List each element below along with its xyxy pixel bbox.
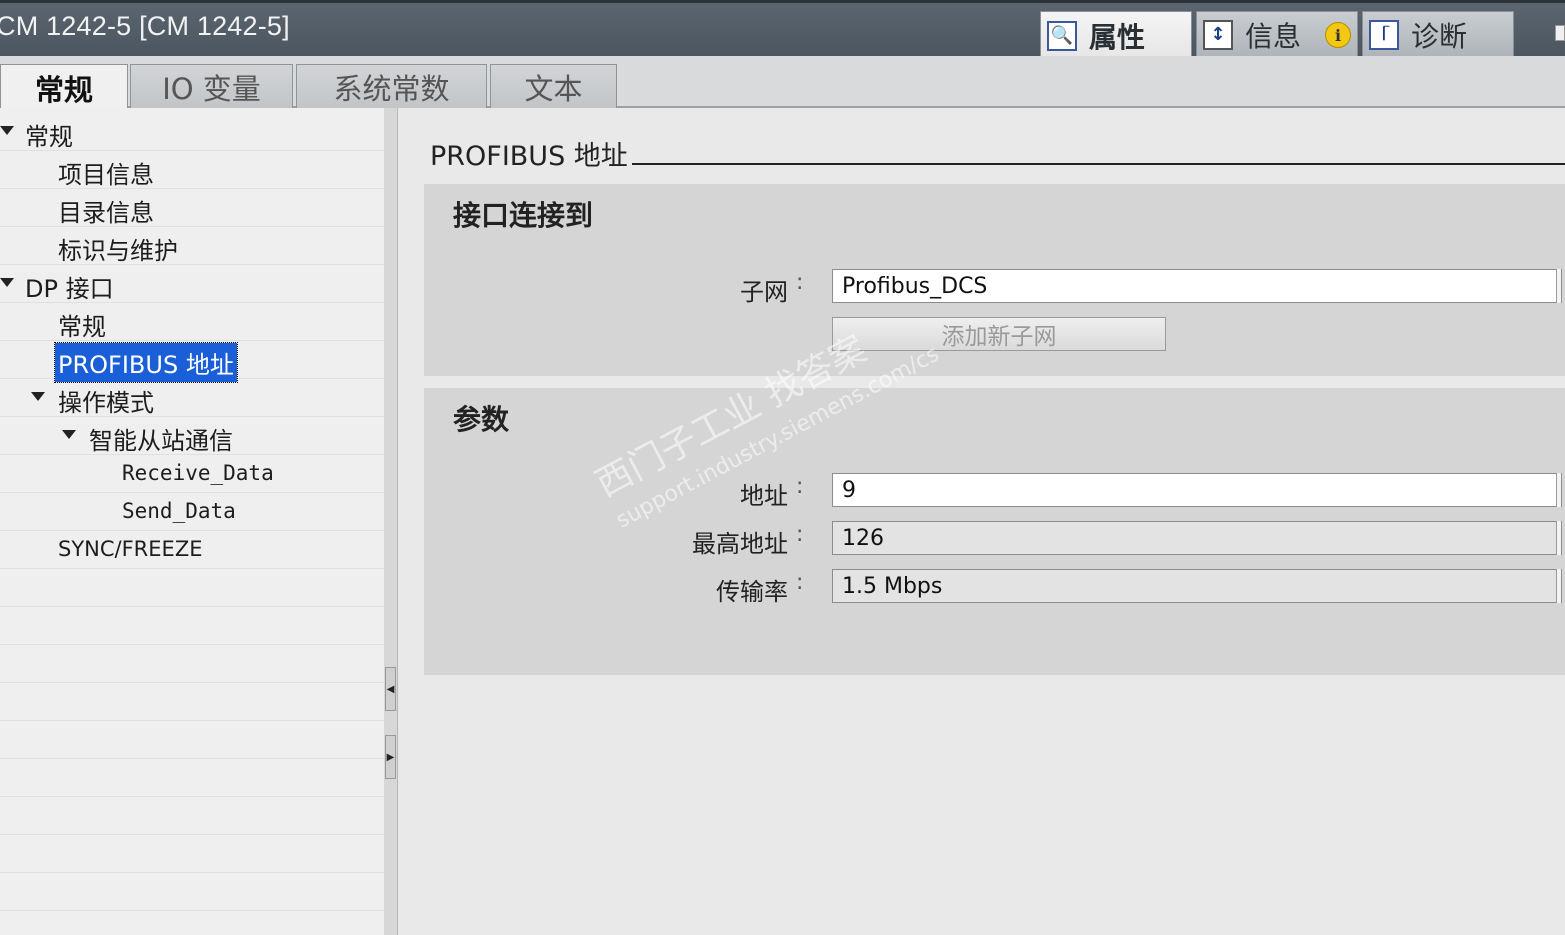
tree-item-profibus-address[interactable]: PROFIBUS 地址 [0, 341, 384, 383]
diagnostics-icon: ᥬ [1369, 19, 1399, 50]
tree-item-general[interactable]: 常规 [0, 113, 384, 151]
tree-empty-row [0, 569, 384, 607]
tree-empty-row [0, 835, 384, 873]
tree-empty-row [0, 607, 384, 645]
tree-item-label: PROFIBUS 地址 [54, 342, 238, 383]
baud-rate-field: 1.5 Mbps [832, 569, 1562, 603]
section-title: PROFIBUS 地址 [430, 141, 628, 172]
baud-rate-label: 传输率 [716, 578, 788, 606]
info-badge-icon: i [1325, 22, 1351, 48]
tab-system-constants[interactable]: 系统常数 [296, 64, 487, 108]
interface-group-title: 接口连接到 [453, 199, 594, 232]
subnet-value: Profibus_DCS [842, 274, 988, 299]
tree-item-label: Send_Data [122, 499, 236, 523]
expand-arrow-icon[interactable] [0, 278, 14, 287]
sub-tab-bar: 常规 IO 变量 系统常数 文本 [0, 56, 1565, 110]
tree-empty-row [0, 759, 384, 797]
properties-content: PROFIBUS 地址 接口连接到 子网 : Profibus_DCS 添加新子… [399, 108, 1565, 935]
collapse-left-icon[interactable]: ◀ [385, 667, 396, 711]
baud-rate-value: 1.5 Mbps [842, 574, 943, 599]
tree-item-label: SYNC/FREEZE [58, 537, 203, 561]
tab-general[interactable]: 常规 [0, 64, 128, 110]
colon: : [796, 570, 804, 595]
tree-item-label: 常规 [25, 123, 73, 151]
tree-item-label: 智能从站通信 [89, 427, 233, 455]
tree-item-label: DP 接口 [25, 275, 114, 303]
expand-arrow-icon[interactable] [31, 392, 45, 401]
tree-item-label: 操作模式 [58, 389, 154, 417]
dropdown-arrow-icon [1556, 521, 1561, 555]
address-label: 地址 [740, 482, 788, 510]
tree-item-identification[interactable]: 标识与维护 [0, 227, 384, 265]
section-divider [632, 163, 1565, 165]
tree-item-label: 常规 [58, 313, 106, 341]
tab-info[interactable]: ↕ 信息 i [1196, 11, 1358, 57]
tree-item-label: Receive_Data [122, 461, 274, 485]
title-bar: CM 1242-5 [CM 1242-5] 🔍 属性 ↕ 信息 i ᥬ 诊断 [0, 0, 1565, 59]
expand-arrow-icon[interactable] [62, 430, 76, 439]
properties-icon: 🔍 [1047, 20, 1077, 51]
info-icon: ↕ [1203, 19, 1233, 50]
subnet-dropdown[interactable]: Profibus_DCS [832, 269, 1562, 303]
tree-item-sync-freeze[interactable]: SYNC/FREEZE [0, 531, 384, 569]
tree-item-dp-interface[interactable]: DP 接口 [0, 265, 384, 303]
tab-diagnostics[interactable]: ᥬ 诊断 [1362, 11, 1514, 57]
tree-empty-row [0, 721, 384, 759]
tree-empty-row [0, 797, 384, 835]
window-title: CM 1242-5 [CM 1242-5] [0, 11, 290, 41]
panel-splitter[interactable]: ◀ ▶ [384, 108, 398, 935]
colon: : [796, 270, 804, 295]
dropdown-arrow-icon[interactable] [1556, 473, 1561, 507]
colon: : [796, 474, 804, 499]
interface-group: 接口连接到 子网 : Profibus_DCS 添加新子网 [424, 184, 1565, 376]
tree-item-label: 标识与维护 [58, 237, 178, 265]
navigation-tree: 常规 项目信息 目录信息 标识与维护 DP 接口 常规 PROFIBUS 地址 … [0, 108, 385, 935]
add-subnet-button[interactable]: 添加新子网 [832, 317, 1166, 351]
tree-item-send-data[interactable]: Send_Data [0, 493, 384, 531]
subnet-label: 子网 [740, 278, 788, 306]
tree-item-label: 项目信息 [58, 161, 154, 189]
max-address-label: 最高地址 [692, 530, 788, 558]
address-value: 9 [842, 478, 856, 503]
max-address-value: 126 [842, 526, 884, 551]
tree-item-label: 目录信息 [58, 199, 154, 227]
maximize-icon[interactable] [1555, 25, 1565, 41]
tree-item-receive-data[interactable]: Receive_Data [0, 455, 384, 493]
parameters-group: 参数 地址 : 9 最高地址 : 126 传输率 : 1.5 Mbps [424, 388, 1565, 675]
expand-right-icon[interactable]: ▶ [385, 735, 396, 779]
tab-properties[interactable]: 🔍 属性 [1040, 11, 1192, 59]
tree-item-i-slave-comm[interactable]: 智能从站通信 [0, 417, 384, 455]
dropdown-arrow-icon[interactable] [1556, 269, 1561, 303]
tab-properties-label: 属性 [1089, 20, 1146, 54]
tree-empty-row [0, 683, 384, 721]
tree-item-operating-mode[interactable]: 操作模式 [0, 379, 384, 417]
tab-io-tags[interactable]: IO 变量 [130, 64, 293, 108]
address-dropdown[interactable]: 9 [832, 473, 1562, 507]
expand-arrow-icon[interactable] [0, 126, 14, 135]
dropdown-arrow-icon [1556, 569, 1561, 603]
parameters-group-title: 参数 [453, 403, 510, 436]
tree-item-dp-general[interactable]: 常规 [0, 303, 384, 341]
tab-texts[interactable]: 文本 [490, 64, 617, 108]
colon: : [796, 522, 804, 547]
tree-empty-row [0, 873, 384, 911]
max-address-field: 126 [832, 521, 1562, 555]
tree-item-catalog-info[interactable]: 目录信息 [0, 189, 384, 227]
tab-info-label: 信息 [1245, 19, 1302, 53]
tree-empty-row [0, 645, 384, 683]
tab-diagnostics-label: 诊断 [1411, 19, 1468, 53]
tree-item-project-info[interactable]: 项目信息 [0, 151, 384, 189]
inspector-tabs: 🔍 属性 ↕ 信息 i ᥬ 诊断 [1040, 11, 1518, 59]
